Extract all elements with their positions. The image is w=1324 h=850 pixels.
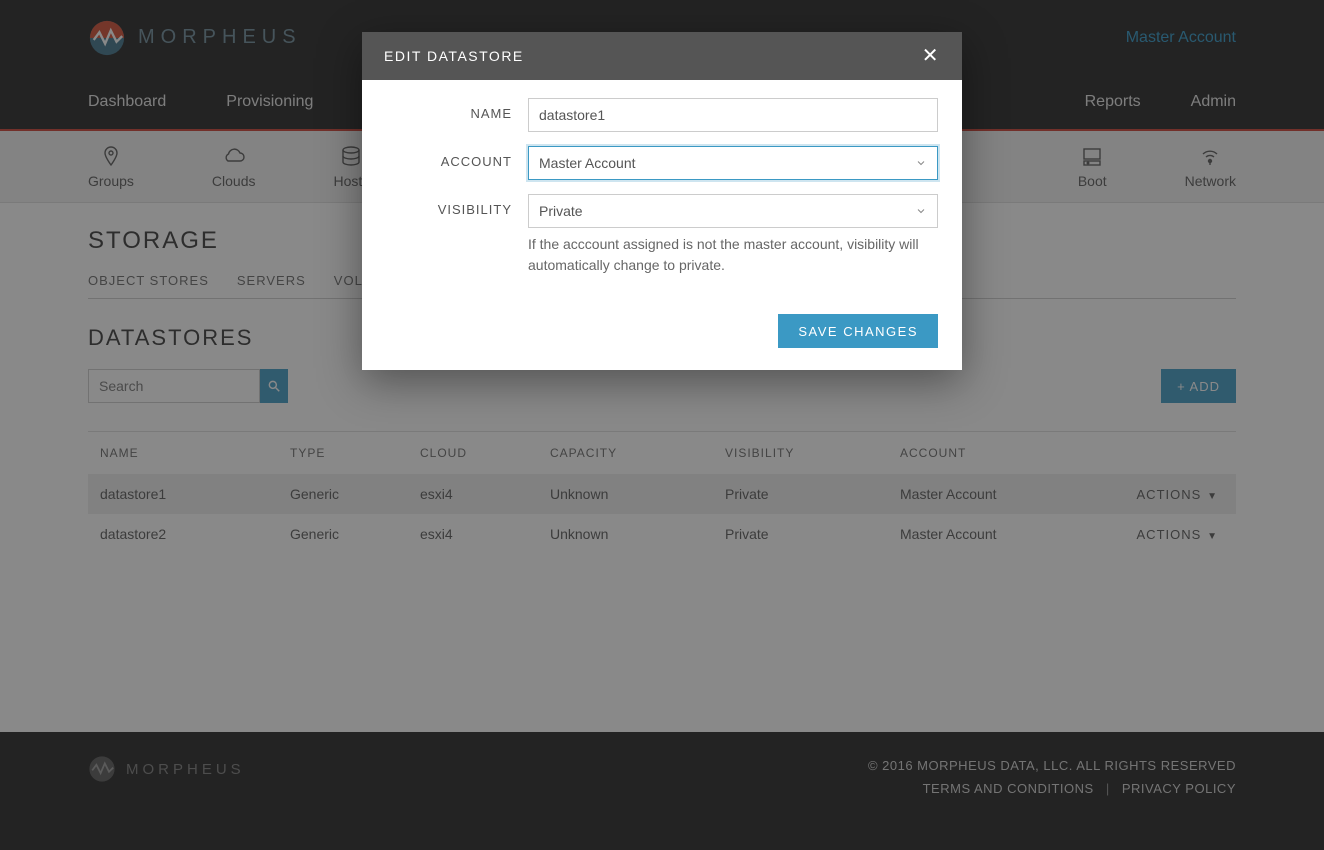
modal-title: EDIT DATASTORE: [384, 48, 524, 64]
label-visibility: VISIBILITY: [386, 194, 528, 217]
form-row-name: NAME: [386, 98, 938, 132]
visibility-selected-value: Private: [539, 203, 583, 219]
close-icon[interactable]: ✕: [922, 46, 940, 66]
modal-header: EDIT DATASTORE ✕: [362, 32, 962, 80]
visibility-help-text: If the acccount assigned is not the mast…: [528, 234, 938, 276]
chevron-down-icon: [915, 157, 927, 169]
edit-datastore-modal: EDIT DATASTORE ✕ NAME ACCOUNT Master Acc…: [362, 32, 962, 370]
form-row-account: ACCOUNT Master Account: [386, 146, 938, 180]
modal-body: NAME ACCOUNT Master Account VISIBILITY P…: [362, 80, 962, 314]
account-select[interactable]: Master Account: [528, 146, 938, 180]
label-account: ACCOUNT: [386, 146, 528, 169]
modal-footer: SAVE CHANGES: [362, 314, 962, 370]
account-selected-value: Master Account: [539, 155, 636, 171]
label-name: NAME: [386, 98, 528, 121]
chevron-down-icon: [915, 205, 927, 217]
name-input[interactable]: [528, 98, 938, 132]
form-row-visibility: VISIBILITY Private If the acccount assig…: [386, 194, 938, 276]
visibility-select[interactable]: Private: [528, 194, 938, 228]
save-changes-button[interactable]: SAVE CHANGES: [778, 314, 938, 348]
